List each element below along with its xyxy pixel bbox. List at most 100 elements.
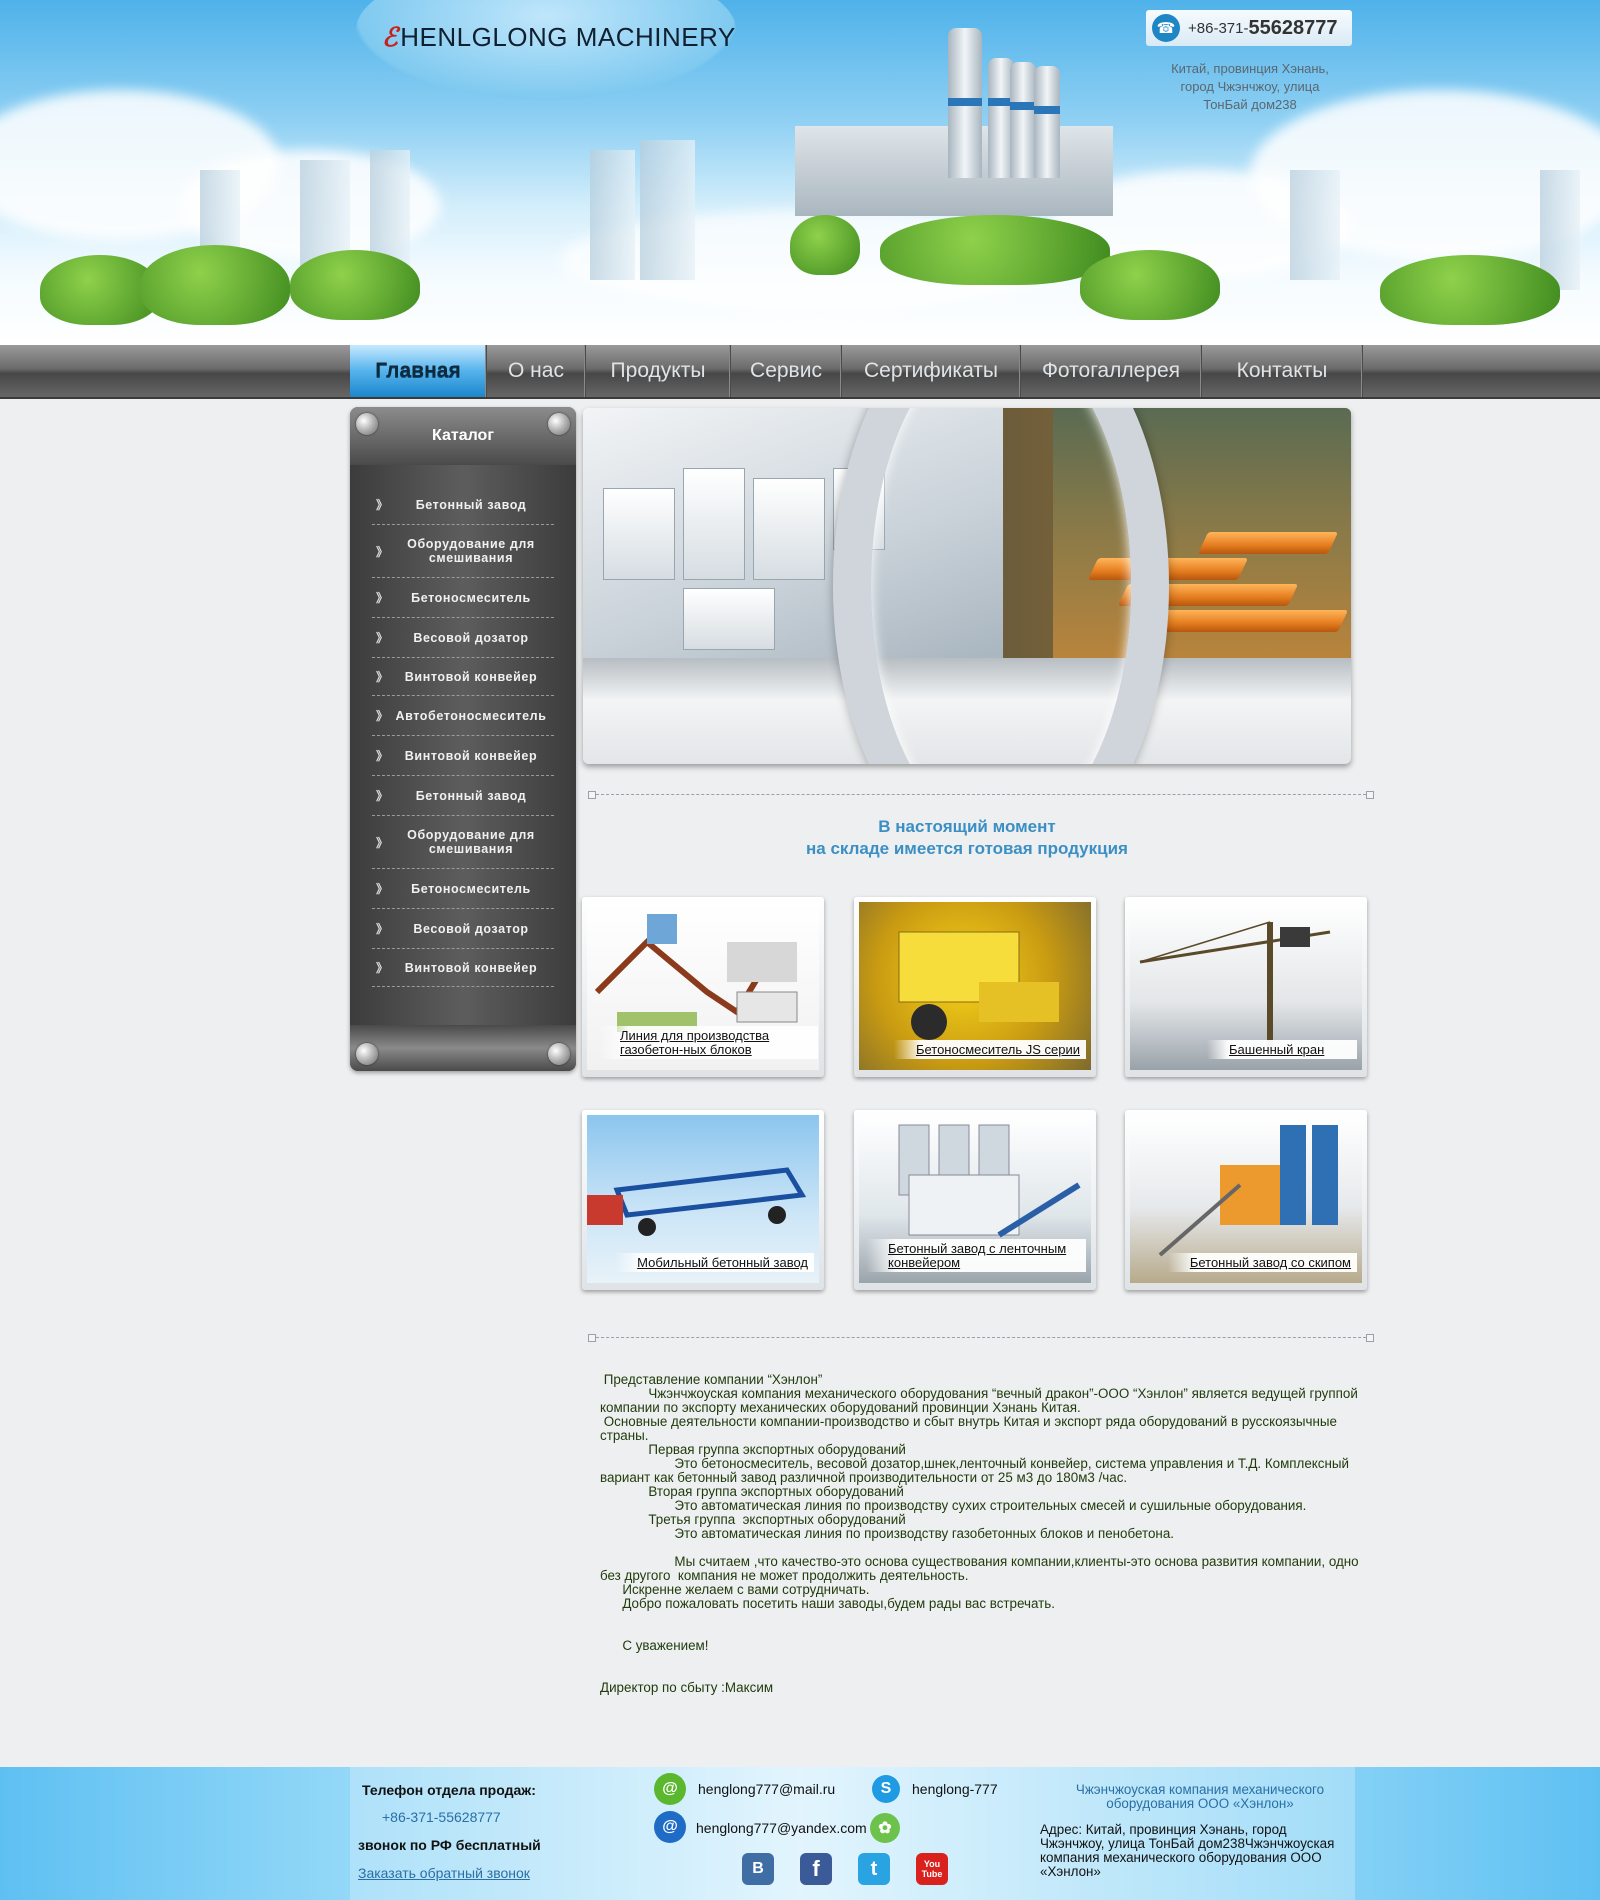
address-line: Китай, провинция Хэнань,: [1171, 61, 1329, 76]
about-paragraph: Вторая группа экспортных оборудований: [600, 1484, 904, 1499]
free-call-text: звонок по РФ бесплатный: [358, 1837, 541, 1853]
double-chevron-icon: 》: [376, 544, 389, 559]
twitter-icon[interactable]: t: [858, 1853, 890, 1885]
product-caption[interactable]: Бетонный завод с ленточным конвейером: [866, 1239, 1086, 1272]
rivet-icon: [356, 413, 378, 435]
catalog-item[interactable]: 》 Оборудование для смешивания: [372, 816, 554, 869]
product-card[interactable]: Бетонный завод с ленточным конвейером: [854, 1110, 1096, 1290]
about-paragraph: Директор по сбыту :Максим: [600, 1680, 774, 1695]
rivet-icon: [548, 413, 570, 435]
rivet-icon: [356, 1043, 378, 1065]
vk-icon[interactable]: В: [742, 1853, 774, 1885]
site-logo[interactable]: ℰHENLGLONG MACHINERY: [382, 22, 736, 53]
about-paragraph: Чжэнчжоуская компания механического обор…: [600, 1386, 1362, 1415]
address-line: ТонБай дом238: [1203, 97, 1297, 112]
about-paragraph: [600, 1625, 1360, 1639]
skype-login[interactable]: henglong-777: [912, 1781, 998, 1797]
double-chevron-icon: 》: [376, 835, 389, 850]
double-chevron-icon: 》: [376, 591, 389, 605]
phone-number: 55628777: [1248, 16, 1338, 39]
nav-item-certificates[interactable]: Сертификаты: [842, 345, 1021, 397]
footer-inner: Телефон отдела продаж: +86-371-55628777 …: [350, 1767, 1355, 1900]
double-chevron-icon: 》: [376, 789, 389, 803]
nav-item-about[interactable]: О нас: [487, 345, 586, 397]
hero-banner: [583, 408, 1351, 764]
product-card[interactable]: Мобильный бетонный завод: [582, 1110, 824, 1290]
product-card[interactable]: Бетонный завод со скипом: [1125, 1110, 1367, 1290]
product-caption[interactable]: Бетоносмеситель JS серии: [893, 1040, 1086, 1059]
product-caption[interactable]: Башенный кран: [1207, 1040, 1357, 1059]
facebook-icon[interactable]: f: [800, 1853, 832, 1885]
dragon-logo-icon: ℰ: [382, 22, 399, 52]
header-phone: ☎ +86-371- 55628777: [1146, 10, 1352, 46]
youtube-icon[interactable]: You Tube: [916, 1853, 948, 1885]
main-nav: Главная О нас Продукты Сервис Сертификат…: [0, 345, 1600, 399]
footer-company-name: Чжэнчжоуская компания механического обор…: [1075, 1782, 1325, 1811]
about-paragraph: Это бетоносмеситель, весовой дозатор,шне…: [600, 1456, 1353, 1485]
skype-icon: S: [872, 1775, 900, 1803]
about-paragraph: [600, 1611, 1360, 1625]
product-card[interactable]: Башенный кран: [1125, 897, 1367, 1077]
catalog-title: Каталог: [350, 407, 576, 465]
nav-item-contacts[interactable]: Контакты: [1202, 345, 1363, 397]
double-chevron-icon: 》: [376, 922, 389, 936]
stock-heading-line: на складе имеется готовая продукция: [806, 839, 1128, 858]
logo-text: HENLGLONG MACHINERY: [400, 22, 736, 52]
double-chevron-icon: 》: [376, 749, 389, 763]
catalog-item[interactable]: 》 Весовой дозатор: [372, 618, 554, 658]
section-divider: [588, 791, 1374, 799]
about-paragraph: Первая группа экспортных оборудований: [600, 1442, 906, 1457]
icq-flower-icon: ✿: [870, 1813, 900, 1843]
catalog-list: 》 Бетонный завод 》 Оборудование для смешив…: [372, 485, 554, 987]
double-chevron-icon: 》: [376, 498, 389, 512]
callback-link[interactable]: Заказать обратный звонок: [358, 1865, 530, 1881]
email-yandex[interactable]: henglong777@yandex.com: [696, 1820, 867, 1836]
about-paragraph: С уважением!: [600, 1638, 709, 1653]
lens-frame: [833, 408, 1169, 764]
email-mail[interactable]: henglong777@mail.ru: [698, 1781, 835, 1797]
mail-ru-icon: @: [654, 1773, 686, 1805]
phone-icon: ☎: [1152, 14, 1180, 42]
double-chevron-icon: 》: [376, 882, 389, 896]
product-card[interactable]: Бетоносмеситель JS серии: [854, 897, 1096, 1077]
catalog-item[interactable]: 》 Винтовой конвейер: [372, 949, 554, 987]
catalog-item[interactable]: 》 Бетоносмеситель: [372, 578, 554, 618]
sales-phone: +86-371-55628777: [382, 1809, 501, 1825]
about-paragraph: Добро пожаловать посетить наши заводы,бу…: [600, 1596, 1055, 1611]
catalog-item[interactable]: 》 Бетонный завод: [372, 776, 554, 816]
catalog-item[interactable]: 》 Винтовой конвейер: [372, 658, 554, 696]
rivet-icon: [548, 1043, 570, 1065]
double-chevron-icon: 》: [376, 670, 389, 684]
product-caption[interactable]: Линия для производства газобетон-ных бло…: [598, 1026, 818, 1059]
nav-item-products[interactable]: Продукты: [586, 345, 731, 397]
about-paragraph: Это автоматическая линия по производству…: [600, 1498, 1307, 1513]
about-paragraph: [600, 1667, 1360, 1681]
company-about: Представление компании “Хэнлон” Чжэнчжоу…: [600, 1373, 1360, 1695]
double-chevron-icon: 》: [376, 709, 389, 723]
product-card[interactable]: Линия для производства газобетон-ных бло…: [582, 897, 824, 1077]
about-paragraph: Основные деятельности компании-производс…: [600, 1414, 1341, 1443]
sales-phone-label: Телефон отдела продаж:: [362, 1782, 536, 1798]
catalog-item[interactable]: 》 Весовой дозатор: [372, 909, 554, 949]
catalog-item[interactable]: 》 Автобетоносмеситель: [372, 696, 554, 736]
nav-item-gallery[interactable]: Фотогаллерея: [1021, 345, 1202, 397]
catalog-item[interactable]: 》 Бетоносмеситель: [372, 869, 554, 909]
product-caption[interactable]: Бетонный завод со скипом: [1167, 1253, 1357, 1272]
header-address: Китай, провинция Хэнань, город Чжэнчжоу,…: [1140, 60, 1360, 114]
catalog-item[interactable]: 》 Винтовой конвейер: [372, 736, 554, 776]
section-divider: [588, 1334, 1374, 1342]
product-caption[interactable]: Мобильный бетонный завод: [615, 1253, 814, 1272]
stock-heading-line: В настоящий момент: [878, 817, 1056, 836]
header-banner: ℰHENLGLONG MACHINERY ☎ +86-371- 55628777 …: [0, 0, 1600, 345]
phone-prefix: +86-371-: [1188, 19, 1249, 37]
footer-address: Адрес: Китай, провинция Хэнань, город Чж…: [1040, 1822, 1335, 1879]
stock-heading: В настоящий момент на складе имеется гот…: [583, 816, 1351, 860]
double-chevron-icon: 》: [376, 961, 389, 975]
nav-item-home[interactable]: Главная: [350, 345, 487, 397]
double-chevron-icon: 》: [376, 631, 389, 645]
address-line: город Чжэнчжоу, улица: [1180, 79, 1320, 94]
nav-item-service[interactable]: Сервис: [731, 345, 842, 397]
catalog-item[interactable]: 》 Оборудование для смешивания: [372, 525, 554, 578]
about-paragraph: Мы считаем ,что качество-это основа суще…: [600, 1554, 1363, 1583]
catalog-item[interactable]: 》 Бетонный завод: [372, 485, 554, 525]
